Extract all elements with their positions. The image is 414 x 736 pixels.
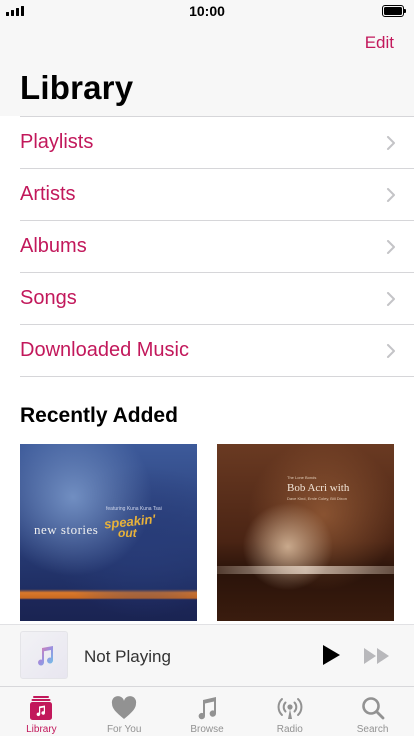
recently-added-heading: Recently Added [20,404,178,427]
status-time: 10:00 [189,3,225,19]
album-cover-accent-text: out [118,526,137,540]
tab-browse[interactable]: Browse [166,687,249,736]
library-screen: 10:00 Edit Library Playlists Artists Alb… [0,0,414,736]
music-note-icon [38,646,54,666]
heart-icon [110,694,138,722]
tab-label: Browse [190,724,224,735]
album-cover-small-text: The Lone Bonds [287,475,317,480]
album-cover-title: new stories [34,522,99,537]
search-icon [359,694,387,722]
menu-item-albums[interactable]: Albums [20,221,414,273]
now-playing-artwork [20,631,68,679]
tab-radio[interactable]: Radio [248,687,331,736]
now-playing-status: Not Playing [84,647,171,666]
battery-icon [382,5,406,17]
album-artwork [217,444,394,621]
menu-item-label: Playlists [20,131,94,153]
menu-item-downloaded-music[interactable]: Downloaded Music [20,325,414,377]
menu-item-label: Albums [20,235,87,257]
radio-icon [276,694,304,722]
menu-item-label: Downloaded Music [20,339,189,361]
chevron-right-icon [387,344,395,358]
tab-label: Library [26,724,57,735]
navigation-header: Edit Library [0,22,414,116]
chevron-right-icon [387,292,395,306]
library-menu: Playlists Artists Albums Songs Downloade… [20,116,414,377]
album-cover-bob-acri[interactable]: The Lone Bonds Bob Acri with Dave Kind, … [217,444,394,621]
mini-player[interactable]: Not Playing [0,624,414,686]
album-cover-small-text: Dave Kind, Ernie Coley, Bill Dixon [287,496,347,501]
tab-search[interactable]: Search [331,687,414,736]
tab-label: For You [106,724,142,735]
menu-item-artists[interactable]: Artists [20,169,414,221]
chevron-right-icon [387,136,395,150]
tab-label: Search [356,724,389,735]
tab-bar: Library For You Browse Radio Search [0,686,414,736]
tab-for-you[interactable]: For You [83,687,166,736]
menu-item-songs[interactable]: Songs [20,273,414,325]
play-icon[interactable] [320,644,342,666]
music-note-icon [193,694,221,722]
edit-button[interactable]: Edit [365,33,394,53]
tab-library[interactable]: Library [0,687,83,736]
menu-item-label: Artists [20,183,76,205]
tab-label: Radio [276,724,303,735]
album-cover-new-stories[interactable]: featuring Kuna Kuna Tsai new stories spe… [20,444,197,621]
menu-item-label: Songs [20,287,77,309]
chevron-right-icon [387,188,395,202]
status-bar: 10:00 [0,0,414,22]
page-title: Library [20,69,134,106]
album-cover-title: Bob Acri with [287,482,350,494]
fast-forward-icon[interactable] [363,647,391,665]
piano-keys-graphic [217,566,394,574]
chevron-right-icon [387,240,395,254]
menu-item-playlists[interactable]: Playlists [20,117,414,169]
library-icon [27,694,55,722]
